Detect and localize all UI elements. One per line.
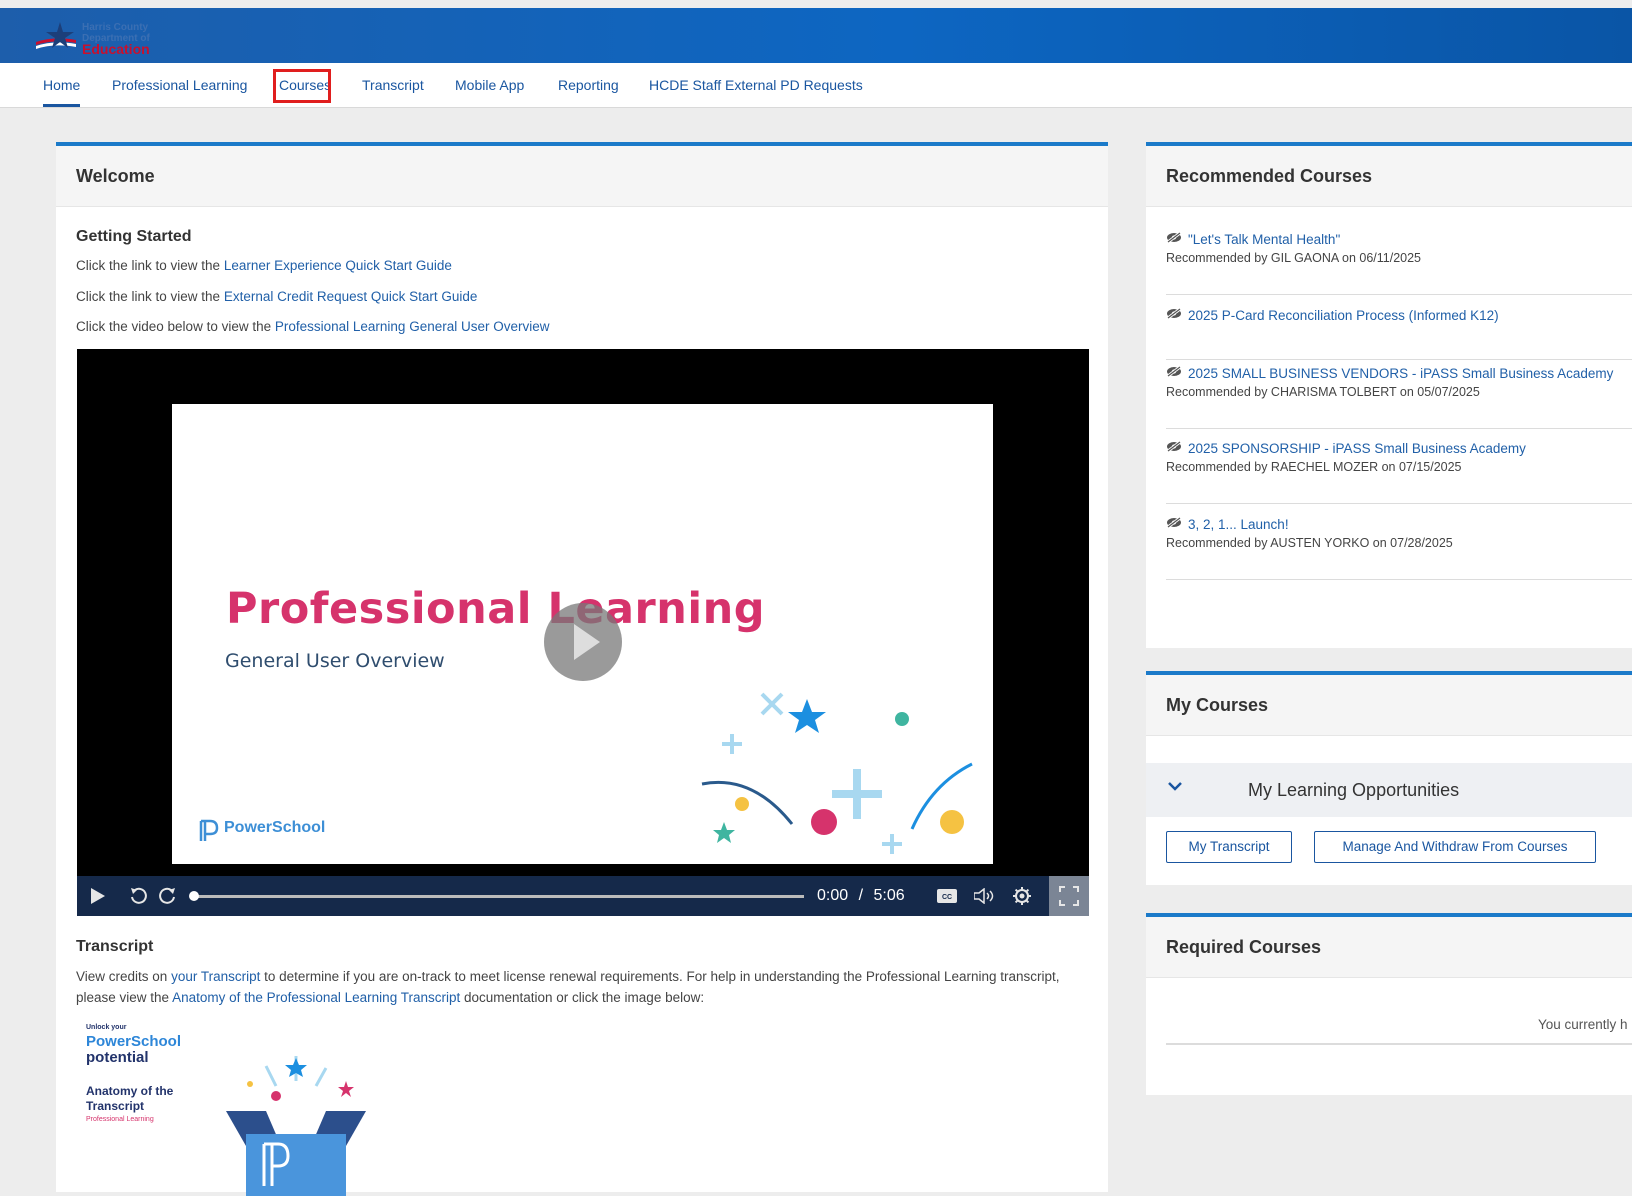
getting-started-heading: Getting Started — [76, 228, 192, 245]
eye-slash-icon[interactable] — [1166, 232, 1182, 243]
anatomy-potential: potential — [86, 1049, 149, 1066]
courses-highlight-box — [273, 69, 331, 103]
eye-slash-icon[interactable] — [1166, 366, 1182, 377]
transcript-heading: Transcript — [76, 938, 154, 955]
eye-slash-icon[interactable] — [1166, 517, 1182, 528]
logo-line-3: Education — [82, 41, 150, 57]
recommended-by: Recommended by AUSTEN YORKO on 07/28/202… — [1166, 536, 1453, 550]
my-courses-title: My Courses — [1146, 675, 1632, 736]
video-controls: 0:00 / 5:06 CC — [77, 876, 1089, 916]
my-courses-panel: My Courses My Learning Opportunities My … — [1146, 671, 1632, 885]
play-overlay-button[interactable] — [544, 603, 622, 681]
video-player[interactable]: Professional Learning General User Overv… — [77, 349, 1089, 916]
chevron-down-icon[interactable] — [1168, 779, 1182, 793]
star-flag-icon — [36, 22, 76, 49]
recommended-course-link[interactable]: 2025 SMALL BUSINESS VENDORS - iPASS Smal… — [1166, 366, 1632, 381]
my-learning-opportunities-label: My Learning Opportunities — [1248, 780, 1460, 800]
captions-icon[interactable]: CC — [937, 876, 957, 916]
welcome-title: Welcome — [56, 146, 1108, 207]
required-courses-title: Required Courses — [1146, 917, 1632, 978]
manage-withdraw-button[interactable]: Manage And Withdraw From Courses — [1314, 831, 1596, 863]
my-transcript-button[interactable]: My Transcript — [1166, 831, 1292, 863]
eye-slash-icon[interactable] — [1166, 441, 1182, 452]
guide-line-3: Click the video below to view the Profes… — [76, 319, 550, 334]
svg-text:CC: CC — [942, 894, 952, 901]
recommended-title: Recommended Courses — [1146, 146, 1632, 207]
recommended-by: Recommended by RAECHEL MOZER on 07/15/20… — [1166, 460, 1462, 474]
nav-home[interactable]: Home — [43, 63, 81, 107]
progress-handle[interactable] — [189, 891, 199, 901]
divider — [1166, 1043, 1632, 1045]
rewind-icon[interactable] — [129, 876, 149, 916]
slide-title: Professional Learning — [226, 584, 765, 634]
recommended-by: Recommended by CHARISMA TOLBERT on 05/07… — [1166, 385, 1480, 399]
eye-slash-icon[interactable] — [1166, 308, 1182, 319]
nav-hcde-staff-external-pd[interactable]: HCDE Staff External PD Requests — [649, 63, 863, 107]
slide-powerschool-text: PowerSchool — [224, 819, 326, 836]
volume-icon[interactable] — [973, 876, 996, 916]
nav-reporting[interactable]: Reporting — [558, 63, 619, 107]
hcde-logo[interactable]: Harris County Department of Education — [30, 18, 160, 58]
settings-gear-icon[interactable] — [1012, 876, 1032, 916]
your-transcript-link[interactable]: your Transcript — [171, 969, 260, 984]
learner-experience-guide-link[interactable]: Learner Experience Quick Start Guide — [224, 258, 452, 273]
time-separator: / — [858, 887, 864, 904]
recommended-course-link[interactable]: 2025 P-Card Reconciliation Process (Info… — [1166, 308, 1632, 323]
recommended-courses-panel: Recommended Courses "Let's Talk Mental H… — [1146, 142, 1632, 648]
anatomy-title: Anatomy of the Transcript — [86, 1084, 174, 1113]
time-readout: 0:00 / 5:06 — [817, 876, 905, 916]
external-credit-guide-link[interactable]: External Credit Request Quick Start Guid… — [224, 289, 478, 304]
anatomy-small-text: Unlock your — [86, 1024, 127, 1031]
recommended-by: Recommended by GIL GAONA on 06/11/2025 — [1166, 251, 1422, 265]
anatomy-transcript-link[interactable]: Anatomy of the Professional Learning Tra… — [172, 990, 460, 1005]
logo-line-1: Harris County — [82, 22, 149, 33]
confetti-decoration-icon — [701, 692, 973, 854]
list-item: 2025 SPONSORSHIP - iPASS Small Business … — [1166, 441, 1632, 504]
fullscreen-icon — [1059, 886, 1079, 906]
recommended-course-link[interactable]: 2025 SPONSORSHIP - iPASS Small Business … — [1166, 441, 1632, 456]
guide-line-2: Click the link to view the External Cred… — [76, 289, 478, 304]
required-empty-text: You currently h — [1538, 1017, 1628, 1032]
recommended-course-link[interactable]: 3, 2, 1... Launch! — [1166, 517, 1632, 532]
list-item: "Let's Talk Mental Health" Recommended b… — [1166, 232, 1632, 295]
general-user-overview-link[interactable]: Professional Learning General User Overv… — [275, 319, 550, 334]
guide-line-1: Click the link to view the Learner Exper… — [76, 258, 452, 273]
forward-icon[interactable] — [157, 876, 177, 916]
nav-professional-learning[interactable]: Professional Learning — [112, 63, 247, 107]
list-item: 2025 SMALL BUSINESS VENDORS - iPASS Smal… — [1166, 366, 1632, 429]
nav-mobile-app[interactable]: Mobile App — [455, 63, 524, 107]
current-time: 0:00 — [817, 887, 849, 904]
anatomy-brand: PowerSchool — [86, 1033, 182, 1050]
welcome-panel: Welcome Getting Started Click the link t… — [56, 142, 1108, 1196]
progress-track[interactable] — [194, 895, 804, 898]
anatomy-transcript-image[interactable]: Unlock your PowerSchool potential Anatom… — [76, 1016, 366, 1196]
top-banner: Harris County Department of Education — [0, 8, 1632, 63]
transcript-description: View credits on your Transcript to deter… — [76, 969, 1060, 1005]
list-item: 2025 P-Card Reconciliation Process (Info… — [1166, 308, 1632, 360]
powerschool-logo-icon — [199, 819, 219, 841]
required-courses-panel: Required Courses You currently h — [1146, 913, 1632, 1095]
play-icon[interactable] — [91, 876, 105, 916]
anatomy-subtitle: Professional Learning — [86, 1116, 154, 1123]
duration: 5:06 — [873, 887, 905, 904]
my-learning-opportunities-toggle[interactable]: My Learning Opportunities — [1146, 763, 1632, 817]
main-nav: Home Professional Learning Courses Trans… — [0, 63, 1632, 108]
slide-subtitle: General User Overview — [225, 650, 445, 672]
recommended-course-link[interactable]: "Let's Talk Mental Health" — [1166, 232, 1632, 247]
nav-transcript[interactable]: Transcript — [362, 63, 424, 107]
list-item: 3, 2, 1... Launch! Recommended by AUSTEN… — [1166, 517, 1632, 580]
gift-box-icon — [226, 1056, 366, 1196]
fullscreen-button[interactable] — [1049, 876, 1089, 916]
